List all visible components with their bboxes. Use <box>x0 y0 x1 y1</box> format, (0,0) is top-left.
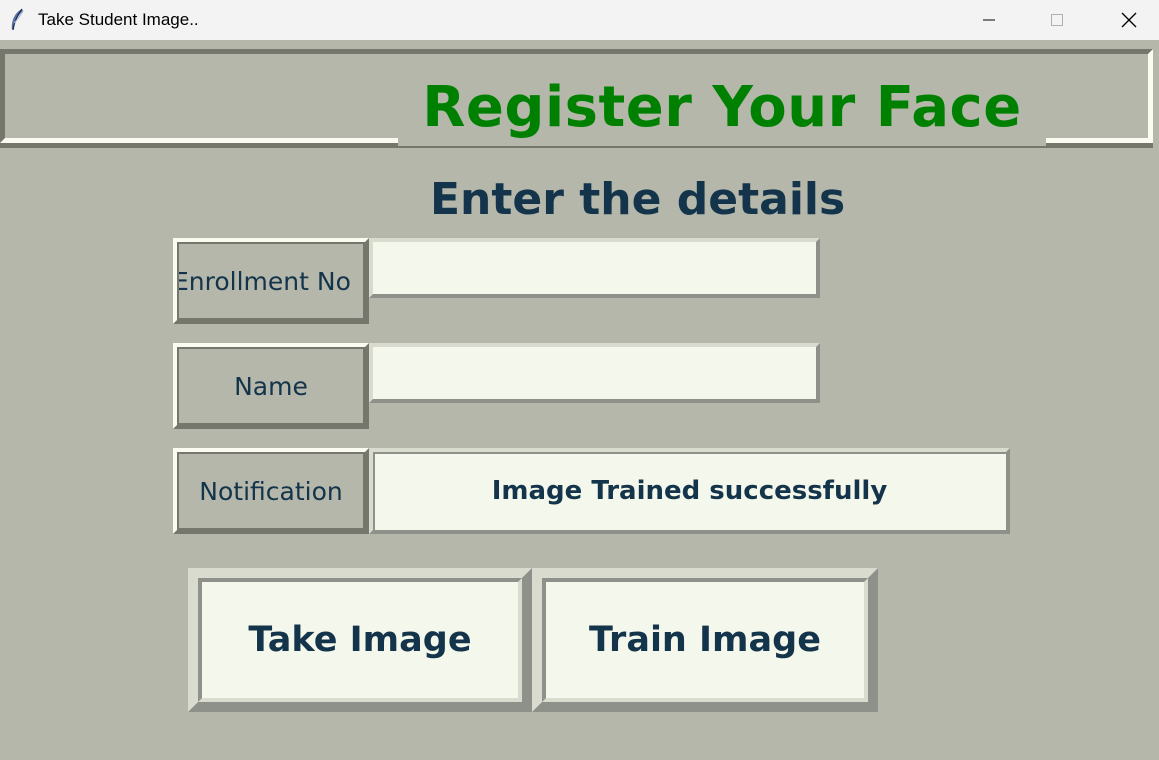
maximize-button[interactable] <box>1034 0 1080 40</box>
feather-icon <box>11 8 24 30</box>
enrollment-label-frame: Enrollment No <box>177 242 365 320</box>
name-input[interactable] <box>369 343 820 403</box>
maximize-icon <box>1051 14 1063 26</box>
take-image-label: Take Image <box>248 620 472 660</box>
enrollment-input[interactable] <box>369 238 820 298</box>
name-label: Name <box>173 343 369 429</box>
notification-label-frame: Notification <box>177 452 365 530</box>
train-image-button[interactable]: Train Image <box>532 568 878 712</box>
take-image-button[interactable]: Take Image <box>188 568 532 712</box>
close-icon <box>1121 12 1137 28</box>
form-heading: Enter the details <box>430 174 846 225</box>
page-title: Register Your Face <box>398 68 1046 146</box>
train-image-label: Train Image <box>589 620 821 660</box>
notification-message-box: Image Trained successfully <box>369 448 1010 534</box>
name-label-text: Name <box>234 371 308 401</box>
window-title: Take Student Image.. <box>38 10 199 29</box>
notification-message: Image Trained successfully <box>491 476 888 506</box>
close-button[interactable] <box>1106 0 1152 40</box>
header-banner: Register Your Face <box>0 48 1159 148</box>
enrollment-label-text: Enrollment No <box>177 266 351 296</box>
minimize-button[interactable] <box>966 0 1012 40</box>
name-label-frame: Name <box>177 347 365 425</box>
notification-label-text: Notification <box>199 476 343 506</box>
window-titlebar: Take Student Image.. <box>0 0 1159 40</box>
notification-label: Notification <box>173 448 369 534</box>
enrollment-label: Enrollment No <box>173 238 369 324</box>
minimize-icon <box>983 19 995 21</box>
